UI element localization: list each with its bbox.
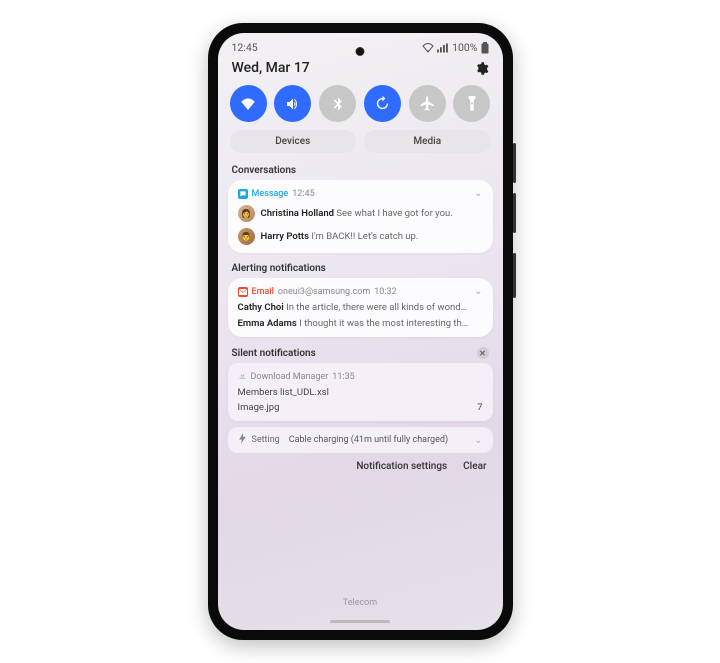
avatar: 👨 [238, 228, 255, 245]
app-name-setting: Setting [252, 435, 280, 445]
sender: Christina Holland [261, 208, 335, 219]
signal-icon [437, 43, 449, 53]
header-row: Wed, Mar 17 [218, 57, 503, 81]
wifi-icon [422, 43, 434, 53]
rotation-toggle[interactable] [364, 85, 401, 122]
settings-icon[interactable] [474, 61, 489, 76]
file-name: Image.jpg [238, 402, 280, 413]
preview: I'm BACK!! Let's catch up. [311, 231, 418, 242]
email-header: Email oneui3@samsung.com 10:32 ⌄ [238, 286, 483, 297]
conversation-header: Message 12:45 ⌄ [238, 188, 483, 199]
date-text: Wed, Mar 17 [232, 60, 310, 76]
front-camera [356, 47, 365, 56]
sender: Emma Adams [238, 318, 297, 329]
silent-label: Silent notifications ✕ [218, 343, 503, 363]
chevron-down-icon[interactable]: ⌄ [474, 286, 482, 297]
preview: In the article, there were all kinds of … [286, 302, 467, 313]
email-icon [238, 287, 248, 297]
notification-settings-button[interactable]: Notification settings [356, 461, 447, 472]
file-row: Image.jpg 7 [238, 402, 483, 413]
file-count: 7 [477, 402, 482, 413]
conversations-label: Conversations [218, 161, 503, 180]
media-button[interactable]: Media [364, 130, 491, 153]
carrier-label: Telecom [218, 598, 503, 620]
download-time: 11:35 [332, 372, 354, 382]
email-card[interactable]: Email oneui3@samsung.com 10:32 ⌄ Cathy C… [228, 278, 493, 337]
download-card[interactable]: Download Manager 11:35 Members list_UDL.… [228, 363, 493, 421]
sender: Cathy Choi [238, 302, 284, 313]
flashlight-toggle[interactable] [453, 85, 490, 122]
pill-row: Devices Media [218, 130, 503, 161]
charging-text: Cable charging (41m until fully charged) [289, 435, 448, 445]
footer-actions: Notification settings Clear [218, 457, 503, 476]
battery-percent: 100% [452, 41, 477, 54]
app-name-message: Message [252, 189, 289, 199]
close-icon[interactable]: ✕ [477, 347, 489, 359]
avatar: 👩 [238, 205, 255, 222]
power-button [513, 253, 516, 298]
alerting-label: Alerting notifications [218, 259, 503, 278]
screen: 12:45 100% Wed, Mar 17 [218, 33, 503, 630]
volume-down-button [513, 193, 516, 233]
email-row[interactable]: Cathy Choi In the article, there were al… [238, 302, 483, 313]
bluetooth-toggle[interactable] [319, 85, 356, 122]
app-name-email: Email [252, 287, 274, 297]
conversation-row[interactable]: 👩 Christina Holland See what I have got … [238, 205, 483, 222]
email-time: 10:32 [374, 287, 396, 297]
app-name-download: Download Manager [251, 372, 329, 382]
email-addr: oneui3@samsung.com [278, 287, 370, 297]
email-row[interactable]: Emma Adams I thought it was the most int… [238, 318, 483, 329]
conversations-text: Conversations [232, 165, 297, 176]
sender: Harry Potts [261, 231, 310, 242]
alerting-text: Alerting notifications [232, 263, 326, 274]
conversation-card[interactable]: Message 12:45 ⌄ 👩 Christina Holland See … [228, 180, 493, 253]
convo-time: 12:45 [292, 189, 314, 199]
silent-text: Silent notifications [232, 348, 316, 359]
status-time: 12:45 [232, 41, 258, 54]
charging-card[interactable]: Setting Cable charging (41m until fully … [228, 427, 493, 453]
nav-handle[interactable] [330, 620, 390, 623]
quick-settings-row [218, 81, 503, 130]
clear-button[interactable]: Clear [463, 461, 486, 472]
download-header: Download Manager 11:35 [238, 371, 483, 383]
status-indicators: 100% [422, 41, 488, 54]
bolt-icon [238, 433, 247, 447]
preview: See what I have got for you. [336, 208, 452, 219]
download-icon [238, 371, 247, 383]
devices-button[interactable]: Devices [230, 130, 357, 153]
file-row: Members list_UDL.xsl [238, 387, 483, 398]
sound-toggle[interactable] [274, 85, 311, 122]
volume-up-button [513, 143, 516, 183]
phone-frame: 12:45 100% Wed, Mar 17 [208, 23, 513, 640]
file-name: Members list_UDL.xsl [238, 387, 329, 398]
chevron-down-icon[interactable]: ⌄ [474, 188, 482, 199]
battery-icon [481, 42, 489, 54]
message-icon [238, 189, 248, 199]
chevron-down-icon[interactable]: ⌄ [474, 435, 482, 446]
airplane-toggle[interactable] [409, 85, 446, 122]
conversation-row[interactable]: 👨 Harry Potts I'm BACK!! Let's catch up. [238, 228, 483, 245]
preview: I thought it was the most interesting th… [299, 318, 468, 329]
wifi-toggle[interactable] [230, 85, 267, 122]
